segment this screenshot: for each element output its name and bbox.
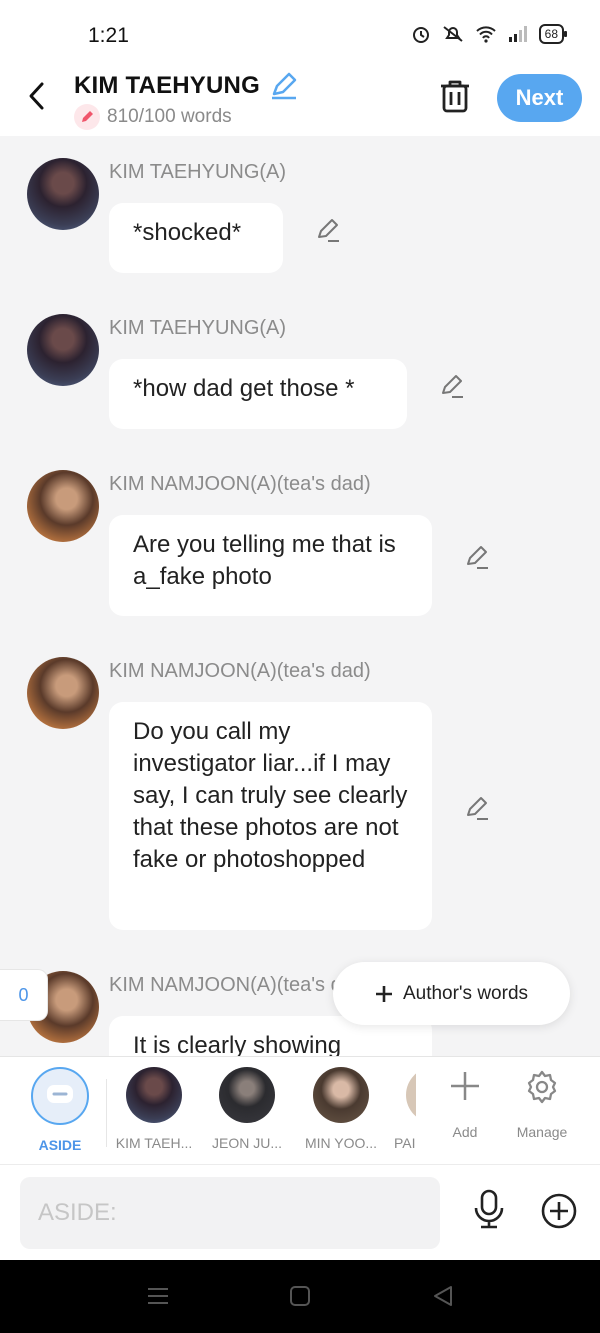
author-words-label: Author's words	[402, 982, 529, 1004]
character-label: KIM TAEH...	[115, 1135, 193, 1151]
message-bubble[interactable]: *how dad get those *	[109, 359, 407, 429]
character-label: JEON JU...	[211, 1135, 282, 1151]
avatar[interactable]	[406, 1067, 416, 1123]
wifi-icon	[475, 26, 496, 43]
microphone-icon	[474, 1189, 504, 1229]
avatar	[313, 1067, 369, 1123]
voice-button[interactable]	[470, 1189, 508, 1234]
character-aside[interactable]: ASIDE	[15, 1067, 105, 1153]
gear-icon	[527, 1070, 557, 1104]
chevron-left-icon	[29, 82, 44, 110]
character-clip: PAI	[392, 1067, 416, 1161]
edit-icon[interactable]	[464, 544, 490, 570]
character-min-yoongi[interactable]: MIN YOO...	[296, 1067, 386, 1151]
menu-icon[interactable]	[146, 1284, 170, 1308]
character-label: ASIDE	[38, 1137, 82, 1153]
avatar[interactable]	[27, 314, 99, 386]
plus-circle-icon	[541, 1193, 577, 1229]
edit-icon[interactable]	[439, 373, 465, 399]
message-sender: KIM NAMJOON(A)(tea's dad)	[109, 660, 371, 682]
message-bubble[interactable]: Do you call my investigator liar...if I …	[109, 702, 432, 930]
status-icons: 68	[411, 24, 568, 44]
plus-icon	[451, 1072, 479, 1100]
character-label: MIN YOO...	[304, 1135, 378, 1151]
manage-button[interactable]: Manage	[502, 1069, 582, 1140]
alarm-icon	[412, 27, 429, 43]
avatar	[126, 1067, 182, 1123]
avatar[interactable]	[27, 470, 99, 542]
plus-icon	[375, 985, 392, 1002]
status-bar: 1:21 68	[0, 0, 600, 70]
mute-icon	[443, 26, 463, 42]
signal-icon	[508, 26, 527, 42]
edit-title-icon[interactable]	[268, 70, 300, 102]
avatar	[219, 1067, 275, 1123]
status-time: 1:21	[88, 24, 129, 47]
character-bar: ASIDE KIM TAEH... JEON JU... MIN YOO... …	[0, 1056, 600, 1164]
system-nav-bar	[0, 1260, 600, 1333]
message-sender: KIM NAMJOON(A)(tea's dad)	[109, 473, 371, 495]
header: KIM TAEHYUNG 810/100 words Next	[0, 70, 600, 136]
page-title: KIM TAEHYUNG	[74, 72, 260, 99]
aside-avatar	[31, 1067, 89, 1125]
add-attachment-button[interactable]	[540, 1192, 578, 1235]
avatar[interactable]	[27, 657, 99, 729]
back-nav-icon[interactable]	[431, 1284, 455, 1308]
back-button[interactable]	[22, 76, 52, 116]
message-bubble[interactable]: *shocked*	[109, 203, 283, 273]
edit-icon[interactable]	[464, 795, 490, 821]
message-sender: KIM NAMJOON(A)(tea's dad)	[109, 974, 335, 996]
message-bubble[interactable]: Are you telling me that is a_fake photo	[109, 515, 432, 616]
message-sender: KIM TAEHYUNG(A)	[109, 317, 287, 339]
message-sender: KIM TAEHYUNG(A)	[109, 161, 287, 183]
character-jeon-jungkook[interactable]: JEON JU...	[202, 1067, 292, 1151]
unread-counter[interactable]: 0	[0, 969, 48, 1021]
manage-label: Manage	[516, 1124, 568, 1140]
add-character-button[interactable]: Add	[425, 1069, 505, 1140]
pencil-badge-icon	[74, 104, 100, 130]
chat-bubble-icon	[47, 1085, 73, 1103]
character-label: PAI	[394, 1135, 416, 1151]
divider	[106, 1079, 107, 1147]
input-bar	[0, 1164, 600, 1260]
next-button[interactable]: Next	[497, 74, 582, 122]
character-kim-taehyung[interactable]: KIM TAEH...	[109, 1067, 199, 1151]
trash-icon	[441, 80, 469, 113]
word-count: 810/100 words	[107, 106, 232, 127]
home-icon[interactable]	[288, 1284, 312, 1308]
delete-button[interactable]	[438, 78, 472, 119]
edit-icon[interactable]	[315, 217, 341, 243]
author-words-button[interactable]: Author's words	[333, 962, 570, 1025]
avatar[interactable]	[27, 158, 99, 230]
add-label: Add	[452, 1124, 478, 1140]
message-input[interactable]	[20, 1177, 440, 1249]
battery-icon: 68	[538, 24, 568, 44]
